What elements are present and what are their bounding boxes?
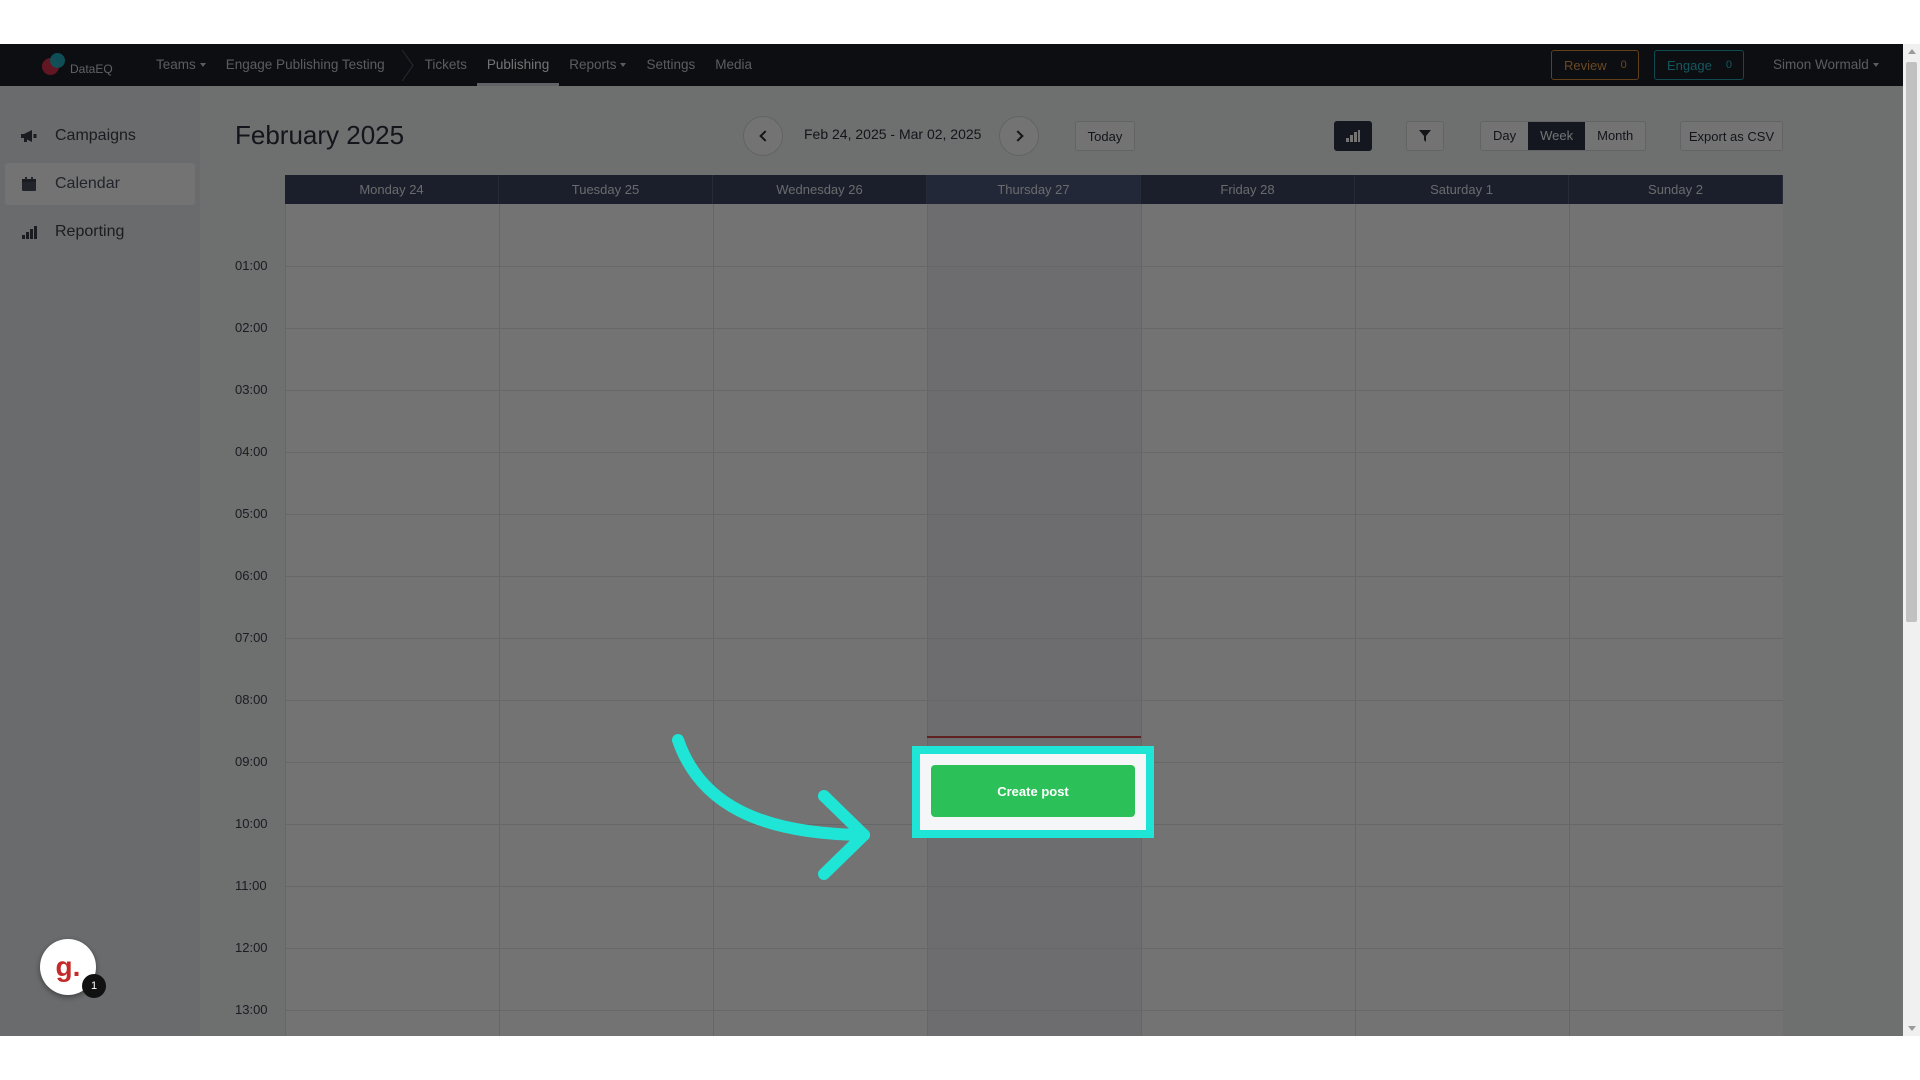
day-header: Wednesday 26 xyxy=(713,175,927,204)
notification-badge: 1 xyxy=(82,974,106,998)
scroll-up-icon[interactable] xyxy=(1908,49,1916,54)
engage-label: Engage xyxy=(1667,57,1712,73)
hour-label: 09:00 xyxy=(235,754,268,769)
caret-down-icon xyxy=(1872,63,1879,68)
app-window: DataEQ Teams Engage Publishing Testing T… xyxy=(0,44,1920,1036)
caret-down-icon xyxy=(199,63,206,68)
nav-settings[interactable]: Settings xyxy=(636,44,705,86)
vertical-scrollbar[interactable] xyxy=(1903,44,1920,1036)
day-header: Monday 24 xyxy=(285,175,499,204)
nav-media[interactable]: Media xyxy=(705,44,762,86)
hour-label: 11:00 xyxy=(235,878,267,893)
view-day-button[interactable]: Day xyxy=(1481,122,1528,150)
export-csv-button[interactable]: Export as CSV xyxy=(1680,121,1783,151)
nav-links: Teams Engage Publishing Testing Tickets … xyxy=(146,44,762,86)
user-menu[interactable]: Simon Wormald xyxy=(1773,44,1879,86)
week-calendar: Monday 24 Tuesday 25 Wednesday 26 Thursday … xyxy=(285,175,1783,1036)
nav-publishing[interactable]: Publishing xyxy=(476,44,560,86)
hour-gridline xyxy=(285,514,1783,515)
pointer-arrow-icon xyxy=(672,734,870,880)
sidebar-item-label: Campaigns xyxy=(55,127,136,144)
today-button[interactable]: Today xyxy=(1075,121,1135,151)
nav-teams[interactable]: Teams xyxy=(146,44,216,86)
nav-teams-label: Teams xyxy=(156,57,196,72)
chevron-right-icon xyxy=(1011,130,1024,142)
hour-gridline xyxy=(285,576,1783,577)
nav-tickets[interactable]: Tickets xyxy=(415,44,477,86)
current-time-indicator xyxy=(927,736,1141,738)
hour-label: 13:00 xyxy=(235,1002,268,1017)
logo-text: DataEQ xyxy=(70,62,113,76)
sidebar-item-reporting[interactable]: Reporting xyxy=(5,211,195,253)
sidebar-item-label: Reporting xyxy=(55,223,125,240)
hour-gridline xyxy=(285,638,1783,639)
megaphone-icon xyxy=(15,129,43,143)
scrollbar-thumb[interactable] xyxy=(1906,62,1917,622)
top-nav: DataEQ Teams Engage Publishing Testing T… xyxy=(0,44,1903,86)
bar-chart-icon xyxy=(1346,130,1360,142)
view-switcher: Day Week Month xyxy=(1480,121,1647,151)
next-week-button[interactable] xyxy=(999,116,1039,156)
day-header: Thursday 27 xyxy=(927,175,1141,204)
hour-label: 10:00 xyxy=(235,816,268,831)
hour-gridline xyxy=(285,390,1783,391)
filter-button[interactable] xyxy=(1406,121,1444,151)
hour-gridline xyxy=(285,452,1783,453)
filter-icon xyxy=(1419,130,1431,142)
review-button[interactable]: Review 0 xyxy=(1551,50,1639,80)
breadcrumb-separator-icon xyxy=(399,44,411,86)
hour-label: 05:00 xyxy=(235,506,268,521)
page-title: February 2025 xyxy=(235,120,405,150)
hour-gridline xyxy=(285,948,1783,949)
hour-label: 04:00 xyxy=(235,444,268,459)
day-header: Saturday 1 xyxy=(1355,175,1569,204)
engage-count: 0 xyxy=(1725,59,1732,71)
prev-week-button[interactable] xyxy=(743,116,783,156)
day-header: Friday 28 xyxy=(1141,175,1355,204)
widget-letter: g. xyxy=(55,951,81,982)
hour-label: 12:00 xyxy=(235,940,268,955)
hour-label: 03:00 xyxy=(235,382,268,397)
user-name: Simon Wormald xyxy=(1773,57,1869,72)
sidebar-item-calendar[interactable]: Calendar xyxy=(5,163,195,205)
caret-down-icon xyxy=(620,63,627,68)
nav-reports[interactable]: Reports xyxy=(559,44,636,86)
dataeq-logo[interactable]: DataEQ xyxy=(40,52,113,78)
hour-label: 02:00 xyxy=(235,320,268,335)
view-week-button[interactable]: Week xyxy=(1528,122,1586,150)
sidebar-item-campaigns[interactable]: Campaigns xyxy=(5,115,195,157)
create-post-button[interactable]: Create post xyxy=(931,765,1135,817)
day-header: Sunday 2 xyxy=(1569,175,1783,204)
hour-label: 08:00 xyxy=(235,692,268,707)
calendar-icon xyxy=(15,176,43,192)
date-range: Feb 24, 2025 - Mar 02, 2025 xyxy=(804,126,982,142)
hour-gridline xyxy=(285,886,1783,887)
logo-icon xyxy=(40,52,66,78)
engage-button[interactable]: Engage 0 xyxy=(1654,50,1744,80)
chevron-left-icon xyxy=(758,130,771,142)
hour-gridline xyxy=(285,328,1783,329)
review-label: Review xyxy=(1564,57,1607,73)
scroll-down-icon[interactable] xyxy=(1908,1026,1916,1031)
view-month-button[interactable]: Month xyxy=(1585,122,1645,150)
hour-gridline xyxy=(285,1010,1783,1011)
hour-label: 01:00 xyxy=(235,258,268,273)
hour-gridline xyxy=(285,266,1783,267)
day-header: Tuesday 25 xyxy=(499,175,713,204)
bar-chart-icon xyxy=(15,225,43,239)
hour-label: 06:00 xyxy=(235,568,268,583)
hour-gridline xyxy=(285,700,1783,701)
nav-team-name[interactable]: Engage Publishing Testing xyxy=(216,44,395,86)
sidebar-item-label: Calendar xyxy=(55,175,120,192)
sidebar: Campaigns Calendar Reporting xyxy=(0,86,200,1036)
hour-label: 07:00 xyxy=(235,630,268,645)
review-count: 0 xyxy=(1620,59,1627,71)
stats-toggle-button[interactable] xyxy=(1334,121,1372,151)
nav-reports-label: Reports xyxy=(569,57,617,72)
